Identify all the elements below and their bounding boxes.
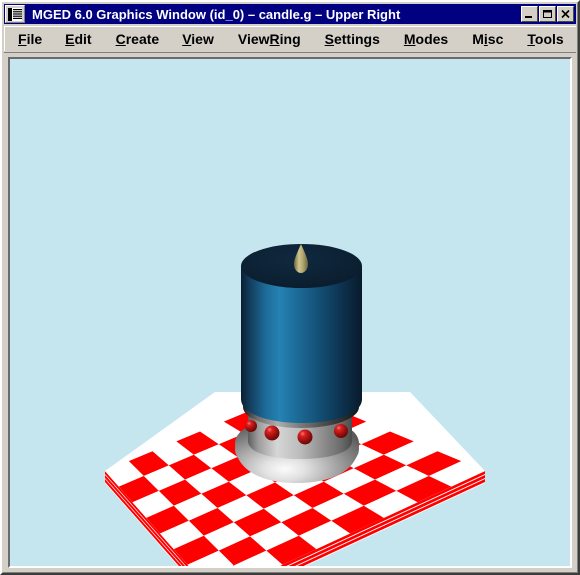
mged-graphics-window: MGED 6.0 Graphics Window (id_0) – candle… xyxy=(0,0,580,575)
menu-bar: File Edit Create View ViewRing Settings … xyxy=(4,26,576,51)
gem-sphere xyxy=(334,424,348,438)
gem-sphere xyxy=(264,425,280,441)
menu-viewring[interactable]: ViewRing xyxy=(238,29,301,49)
window-menu-icon[interactable] xyxy=(5,5,25,23)
menu-settings[interactable]: Settings xyxy=(325,29,380,49)
viewport-frame xyxy=(8,57,572,568)
title-bar: MGED 6.0 Graphics Window (id_0) – candle… xyxy=(4,4,576,24)
window-inner-frame: MGED 6.0 Graphics Window (id_0) – candle… xyxy=(2,2,578,573)
menu-file[interactable]: File xyxy=(18,29,42,49)
menu-edit[interactable]: Edit xyxy=(65,29,91,49)
minimize-button[interactable] xyxy=(521,6,538,22)
3d-graphics-viewport[interactable] xyxy=(10,59,570,566)
candle xyxy=(241,244,362,423)
window-controls xyxy=(521,6,574,22)
candle-body xyxy=(241,266,362,423)
menu-create[interactable]: Create xyxy=(116,29,160,49)
menu-view[interactable]: View xyxy=(182,29,214,49)
menu-modes[interactable]: Modes xyxy=(404,29,448,49)
menu-bar-divider xyxy=(4,51,576,53)
menu-misc[interactable]: Misc xyxy=(472,29,503,49)
window-title: MGED 6.0 Graphics Window (id_0) – candle… xyxy=(32,6,401,22)
gem-sphere xyxy=(297,429,313,445)
menu-tools[interactable]: Tools xyxy=(527,29,563,49)
maximize-button[interactable] xyxy=(539,6,556,22)
gem-sphere xyxy=(245,420,257,432)
close-button[interactable] xyxy=(557,6,574,22)
